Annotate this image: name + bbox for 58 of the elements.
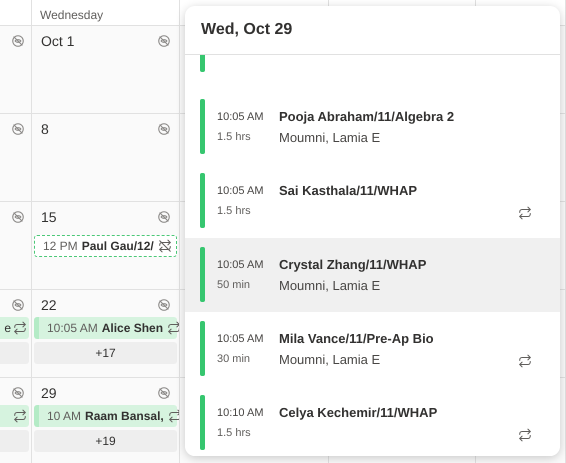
event-time: 10:05 AM <box>217 184 264 196</box>
date-label: 22 <box>41 297 57 313</box>
eye-off-icon <box>157 386 171 400</box>
event-color-bar <box>200 321 205 376</box>
event-duration: 1.5 hrs <box>217 426 252 438</box>
eye-off-icon <box>11 122 25 136</box>
repeat-icon <box>167 321 179 335</box>
event-duration: 1.5 hrs <box>217 204 252 216</box>
event-time: 10:05 AM <box>217 110 264 122</box>
event-chip[interactable]: 12 PM Paul Gau/12/ <box>34 235 177 257</box>
repeat-icon <box>168 409 179 423</box>
date-label: 29 <box>41 385 57 401</box>
event-item[interactable]: 10:05 AM 30 min Mila Vance/11/Pre-Ap Bio Moumni, Lamia E <box>185 312 560 386</box>
eye-off-icon <box>11 298 25 312</box>
date-label: 15 <box>41 209 57 225</box>
event-title: Sai Kasthala/11/WHAP <box>279 182 418 198</box>
eye-off-icon <box>11 386 25 400</box>
event-chip[interactable]: 10 AM Raam Bansal, <box>34 405 177 427</box>
more-events-button[interactable]: +19 <box>34 430 177 452</box>
event-duration: 1.5 hrs <box>217 130 252 142</box>
eye-off-icon <box>157 210 171 224</box>
event-item[interactable]: 10:05 AM 1.5 hrs Pooja Abraham/11/Algebra 2 Moumni, Lamia E <box>185 90 560 164</box>
event-duration: 30 min <box>217 352 252 364</box>
event-organizer: Moumni, Lamia E <box>279 130 382 144</box>
repeat-off-icon <box>158 239 172 253</box>
event-color-bar <box>200 173 205 228</box>
event-organizer: Moumni, Lamia E <box>279 278 382 292</box>
eye-off-icon <box>11 34 25 48</box>
popup-title: Wed, Oct 29 <box>201 21 292 39</box>
event-item[interactable]: 10:05 AM 1.5 hrs Sai Kasthala/11/WHAP <box>185 164 560 238</box>
event-chip[interactable] <box>0 405 29 427</box>
event-title: Mila Vance/11/Pre-Ap Bio <box>279 330 435 346</box>
event-time: 10:05 AM <box>217 332 264 344</box>
event-time: 10:05 AM <box>217 258 264 270</box>
event-color-bar <box>200 99 205 154</box>
repeat-icon <box>13 409 27 423</box>
event-chip[interactable]: 10:05 AM Alice Shen <box>34 317 177 339</box>
date-label: Oct 1 <box>41 33 74 49</box>
more-events-button[interactable]: +17 <box>34 342 177 364</box>
event-organizer: Moumni, Lamia E <box>279 352 382 366</box>
event-color-bar <box>200 247 205 302</box>
event-time: 10:10 AM <box>217 406 264 418</box>
date-label: 8 <box>41 121 49 137</box>
event-title: Pooja Abraham/11/Algebra 2 <box>279 108 456 124</box>
eye-off-icon <box>157 122 171 136</box>
eye-off-icon <box>157 298 171 312</box>
eye-off-icon <box>11 210 25 224</box>
eye-off-icon <box>157 34 171 48</box>
event-title: Celya Kechemir/11/WHAP <box>279 404 438 420</box>
repeat-icon <box>13 321 27 335</box>
event-title: Crystal Zhang/11/WHAP <box>279 256 428 272</box>
column-header: Wednesday <box>32 0 180 26</box>
event-color-bar <box>200 55 205 72</box>
event-chip[interactable]: e <box>0 317 29 339</box>
event-color-bar <box>200 395 205 450</box>
event-item[interactable]: 10:10 AM 1.5 hrs Celya Kechemir/11/WHAP <box>185 386 560 456</box>
event-duration: 50 min <box>217 278 252 290</box>
event-item[interactable]: 10:05 AM 50 min Crystal Zhang/11/WHAP Moumni, Lamia E <box>185 238 560 312</box>
